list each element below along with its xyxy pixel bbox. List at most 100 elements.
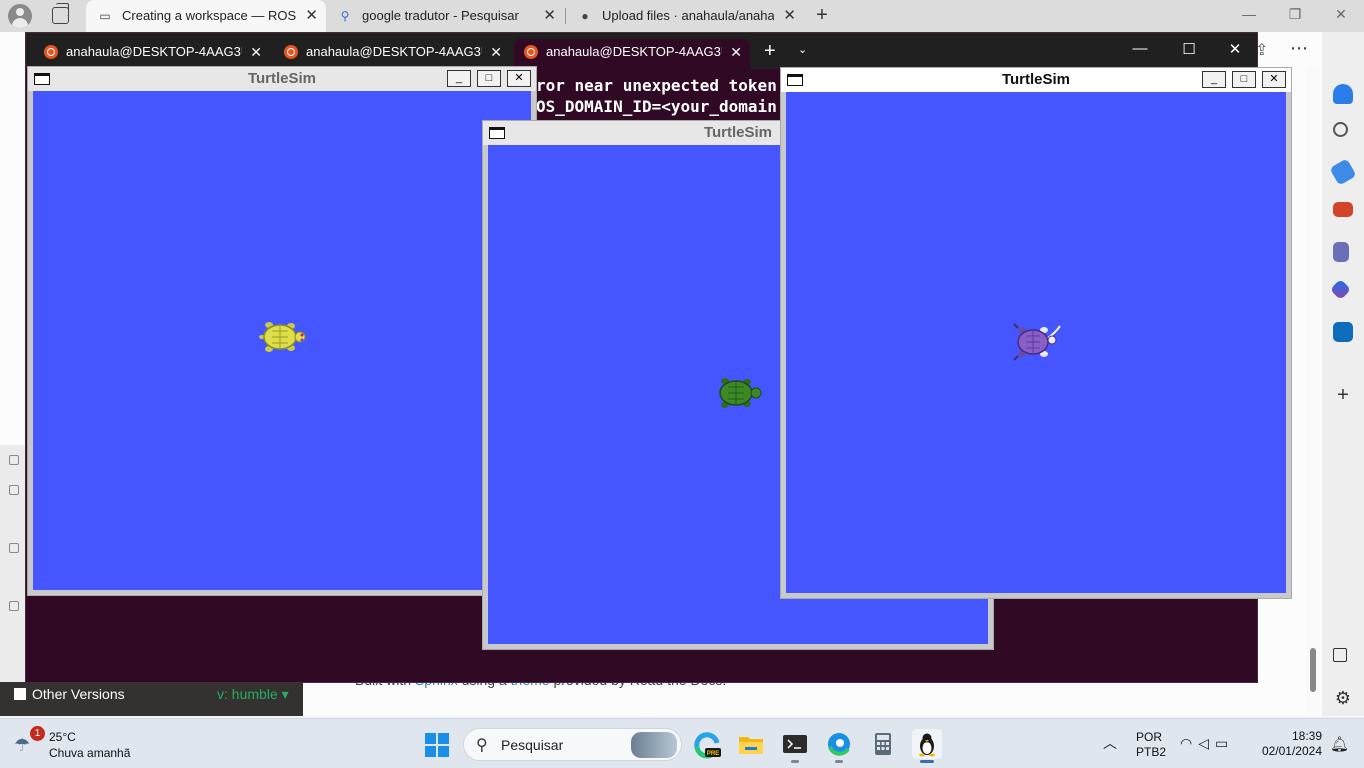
ubuntu-icon [284, 45, 298, 59]
split-screen-icon[interactable] [1333, 648, 1347, 662]
turtlesim-maximize-button[interactable]: □ [1232, 71, 1256, 88]
browser-restore-button[interactable]: ❐ [1272, 6, 1318, 23]
close-tab-icon[interactable]: ✕ [250, 39, 262, 65]
system-tray[interactable]: ◠◁▭ [1180, 735, 1234, 752]
expand-icon[interactable] [9, 543, 19, 553]
expand-icon[interactable] [9, 455, 19, 465]
doc-left-gutter [0, 445, 26, 685]
clock[interactable]: 18:39 02/01/2024 [1254, 729, 1322, 759]
search-placeholder: Pesquisar [501, 737, 564, 753]
expand-icon[interactable] [9, 485, 19, 495]
other-versions-label[interactable]: Other Versions [32, 686, 125, 702]
browser-tab-google-tradutor[interactable]: ⚲ google tradutor - Pesquisar ✕ [326, 0, 564, 32]
turtlesim-canvas [786, 92, 1286, 593]
start-button[interactable] [425, 733, 449, 757]
search-icon: ⚲ [340, 9, 350, 23]
green-turtle-icon [719, 378, 762, 408]
language-indicator[interactable]: POR PTB2 [1136, 730, 1167, 760]
workspaces-icon[interactable] [52, 3, 69, 24]
file-explorer-icon[interactable] [736, 729, 766, 759]
yellow-turtle-icon [259, 322, 306, 352]
turtlesim-titlebar[interactable]: TurtleSim _ □ ✕ [781, 68, 1291, 92]
running-indicator [791, 760, 799, 763]
turtlesim-close-button[interactable]: ✕ [507, 70, 531, 87]
games-icon[interactable] [1333, 242, 1349, 262]
close-tab-icon[interactable]: ✕ [490, 39, 502, 65]
wifi-icon[interactable]: ◠ [1180, 735, 1198, 751]
terminal-minimize-button[interactable]: — [1120, 40, 1160, 57]
edge-icon[interactable] [824, 729, 854, 763]
close-tab-icon[interactable]: ✕ [543, 0, 556, 32]
turtlesim-close-button[interactable]: ✕ [1262, 71, 1286, 88]
tools-icon[interactable] [1333, 202, 1353, 217]
microsoft365-icon[interactable] [1329, 278, 1352, 301]
turtlesim-canvas [33, 91, 531, 590]
terminal-tab-strip: ← anahaula@DESKTOP-4AAG3U5 ✕ anahaula@DE… [6, 33, 1257, 69]
svg-text:PRE: PRE [707, 751, 719, 757]
notifications-icon[interactable] [1333, 84, 1353, 104]
terminal-tab-1[interactable]: anahaula@DESKTOP-4AAG3U5 ✕ [34, 39, 270, 69]
back-arrow-icon[interactable]: ← [6, 43, 20, 59]
terminal-maximize-button[interactable]: ☐ [1169, 40, 1209, 58]
outlook-icon[interactable] [1333, 322, 1353, 342]
turtlesim-maximize-button[interactable]: □ [477, 70, 501, 87]
calculator-icon[interactable] [868, 729, 898, 759]
more-options-icon[interactable]: ⋯ [1290, 38, 1308, 59]
ubuntu-icon [524, 45, 538, 59]
linux-penguin-icon[interactable] [912, 729, 942, 763]
version-selector[interactable]: v: humble ▾ [217, 686, 289, 703]
date-label: 02/01/2024 [1261, 744, 1322, 758]
browser-minimize-button[interactable]: — [1226, 6, 1272, 22]
tab-dropdown-button[interactable]: ⌄ [798, 43, 807, 56]
terminal-icon[interactable] [780, 729, 810, 763]
page-scrollbar[interactable] [1306, 68, 1320, 714]
turtlesim-window-1: TurtleSim _ □ ✕ [27, 66, 537, 596]
add-sidebar-icon[interactable]: + [1333, 385, 1353, 406]
search-icon: ⚲ [476, 737, 488, 754]
edge-pre-icon[interactable]: PRE [692, 729, 722, 759]
new-terminal-tab-button[interactable]: + [764, 41, 776, 61]
battery-icon[interactable]: ▭ [1215, 735, 1234, 751]
github-icon: ● [581, 9, 589, 23]
close-tab-icon[interactable]: ✕ [305, 0, 318, 32]
turtlesim-window-3: TurtleSim _ □ ✕ [780, 67, 1292, 599]
book-icon [14, 688, 26, 700]
close-tab-icon[interactable]: ✕ [783, 0, 796, 32]
scrollbar-thumb[interactable] [1310, 648, 1316, 692]
notification-bell-icon[interactable]: 🔔︎ [1330, 735, 1349, 753]
purple-turtle-icon [1013, 323, 1061, 361]
edge-sidebar: + ⚙ [1322, 32, 1364, 716]
doc-version-bar[interactable]: Other Versions v: humble ▾ [0, 682, 303, 716]
terminal-output-line: OS_DOMAIN_ID=<your_domain [536, 97, 777, 116]
taskbar-search[interactable]: ⚲ Pesquisar [463, 728, 682, 761]
terminal-close-button[interactable]: ✕ [1215, 40, 1255, 58]
taskbar: ☂ 1 25°C Chuva amanhã ⚲ Pesquisar PRE ︿ … [0, 718, 1364, 768]
show-hidden-icons-button[interactable]: ︿ [1103, 733, 1117, 753]
turtlesim-minimize-button[interactable]: _ [1202, 71, 1226, 88]
running-indicator [835, 760, 843, 763]
terminal-tab-2[interactable]: anahaula@DESKTOP-4AAG3U5 ✕ [274, 39, 510, 69]
forecast-label: Chuva amanhã [49, 746, 131, 760]
shopping-tag-icon[interactable] [1329, 158, 1357, 186]
notification-badge: 1 [30, 726, 45, 741]
search-highlight-image [631, 732, 677, 758]
running-indicator [920, 760, 934, 763]
volume-icon[interactable]: ◁ [1198, 735, 1215, 751]
temperature-label: 25°C [49, 730, 76, 744]
close-tab-icon[interactable]: ✕ [730, 39, 742, 65]
profile-avatar[interactable] [8, 4, 32, 28]
browser-close-button[interactable]: ✕ [1318, 6, 1364, 23]
expand-icon[interactable] [9, 601, 19, 611]
new-tab-button[interactable]: + [812, 4, 832, 28]
search-sidebar-icon[interactable] [1333, 122, 1348, 137]
doc-icon: ▭ [99, 9, 111, 23]
ubuntu-icon [44, 45, 58, 59]
settings-gear-icon[interactable]: ⚙ [1333, 688, 1353, 708]
keyboard-layout-label: PTB2 [1136, 745, 1167, 759]
browser-tab-upload-files[interactable]: ● Upload files · anahaula/anahaula ✕ [566, 0, 804, 32]
browser-tab-ros-workspace[interactable]: ▭ Creating a workspace — ROS 2 D ✕ [86, 0, 326, 32]
terminal-tab-3[interactable]: anahaula@DESKTOP-4AAG3U ✕ [514, 39, 750, 69]
terminal-output-line: ror near unexpected token [536, 76, 777, 95]
turtlesim-minimize-button[interactable]: _ [447, 70, 471, 87]
turtlesim-titlebar[interactable]: TurtleSim _ □ ✕ [28, 67, 536, 91]
